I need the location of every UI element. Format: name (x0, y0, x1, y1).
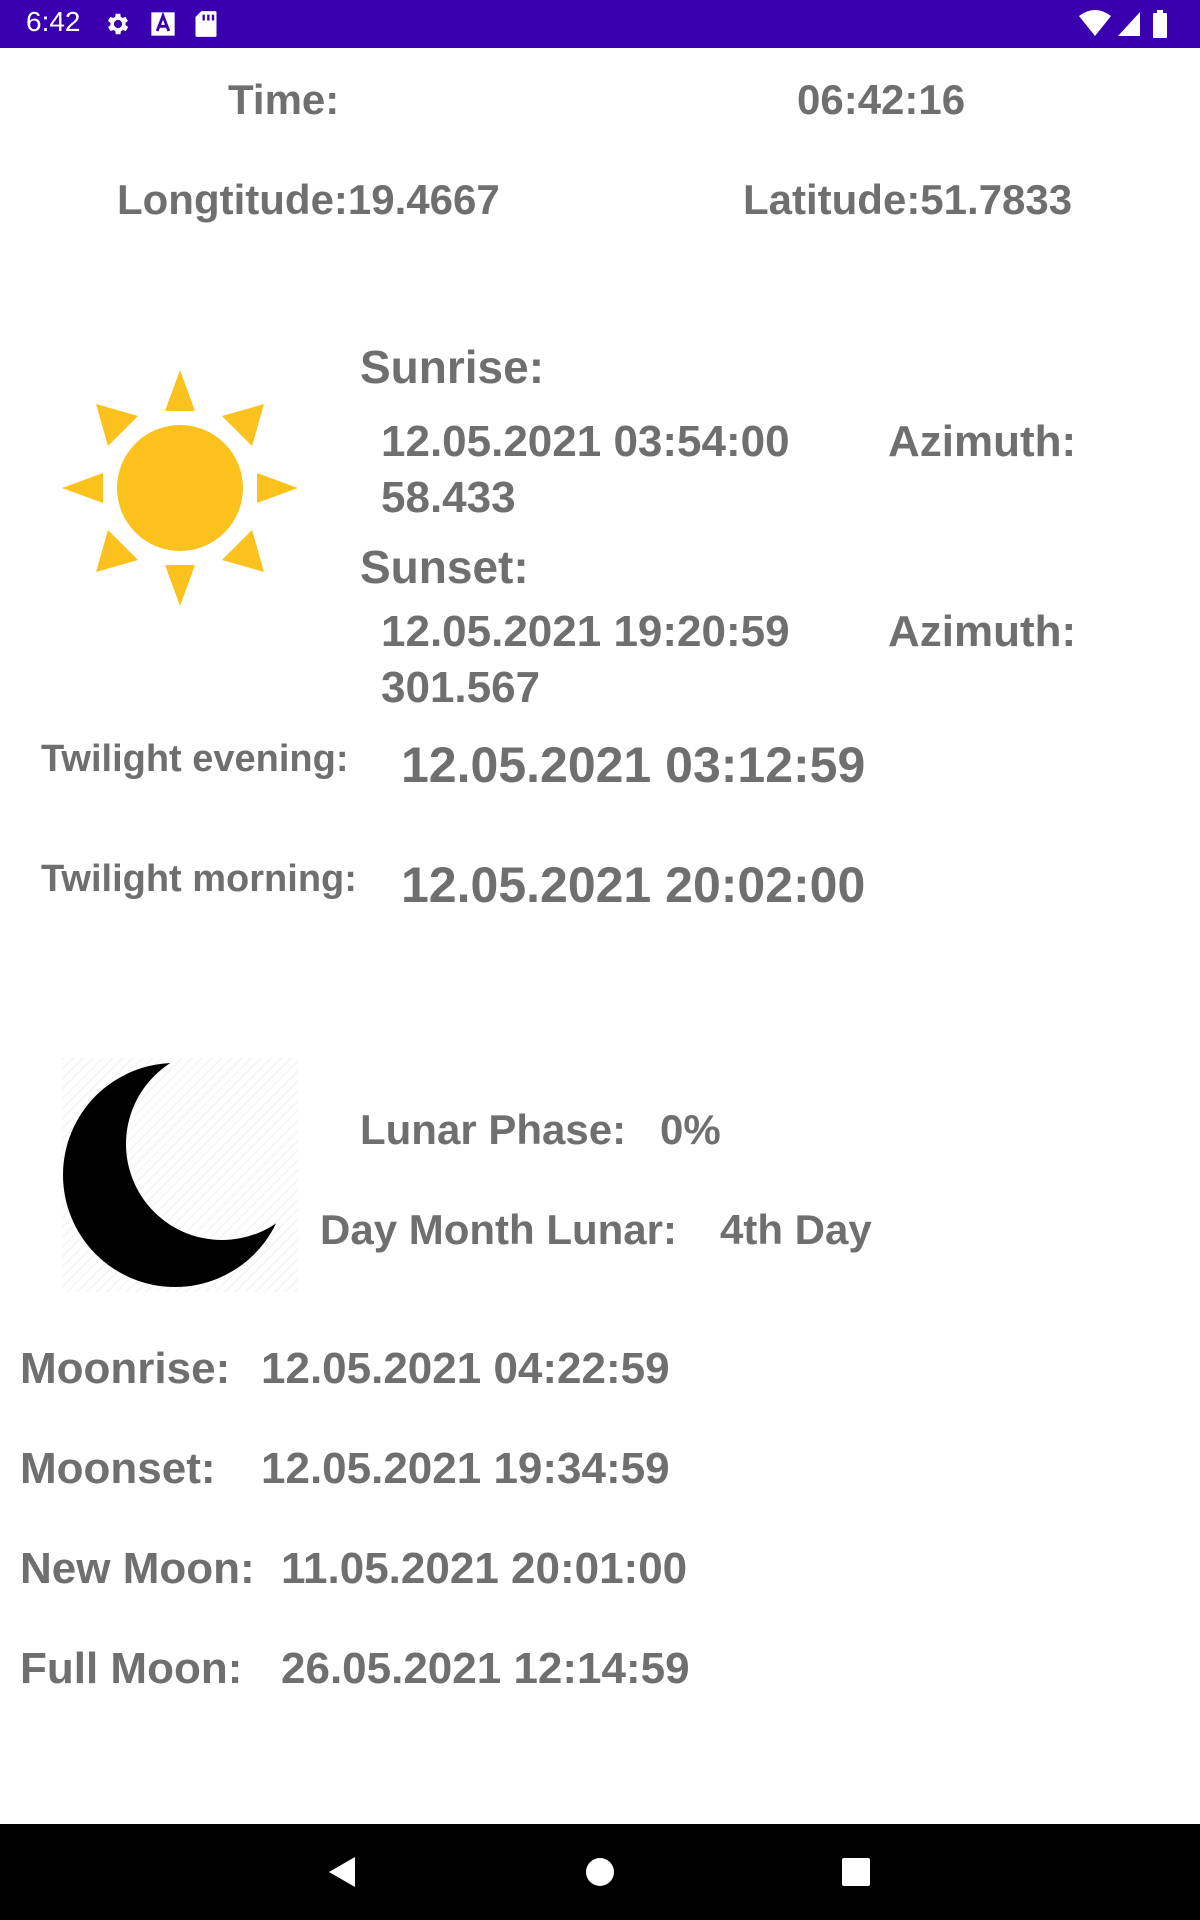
recents-button[interactable] (808, 1824, 904, 1920)
home-icon (586, 1858, 614, 1886)
sunrise-azimuth-label: Azimuth: (888, 417, 1077, 466)
moonset-value: 12.05.2021 19:34:59 (261, 1444, 670, 1493)
moonrise-value: 12.05.2021 04:22:59 (261, 1344, 670, 1393)
day-month-lunar-label: Day Month Lunar: (320, 1206, 677, 1253)
moon-image (62, 1058, 298, 1292)
sunset-azimuth-value: 301.567 (381, 663, 541, 712)
back-icon (329, 1857, 355, 1887)
sunrise-time: 12.05.2021 03:54:00 (381, 417, 790, 466)
moonrise-label: Moonrise: (20, 1344, 231, 1393)
sun-icon (62, 370, 298, 606)
lunar-phase-label: Lunar Phase: (360, 1106, 627, 1153)
navigation-bar (0, 1824, 1200, 1920)
new-moon-label: New Moon: (20, 1544, 255, 1593)
crescent-moon-icon (63, 1063, 287, 1287)
signal-icon (1118, 12, 1140, 36)
lunar-phase-value: 0% (660, 1106, 721, 1153)
gear-icon (107, 13, 129, 35)
twilight-evening-label: Twilight evening: (41, 738, 349, 780)
twilight-morning-label: Twilight morning: (41, 858, 357, 900)
sunrise-azimuth-value: 58.433 (381, 473, 516, 522)
day-month-lunar-value: 4th Day (720, 1206, 872, 1253)
time-value: 06:42:16 (797, 76, 966, 123)
status-time: 6:42 (26, 6, 81, 37)
twilight-evening-value: 12.05.2021 03:12:59 (401, 737, 866, 793)
time-label: Time: (228, 76, 340, 123)
moonset-label: Moonset: (20, 1444, 216, 1493)
latitude-text: Latitude:51.7833 (743, 176, 1073, 223)
battery-icon (1153, 10, 1167, 38)
sd-card-icon (195, 11, 217, 37)
keyboard-a-icon (151, 11, 175, 36)
wifi-icon (1079, 10, 1111, 36)
twilight-morning-value: 12.05.2021 20:02:00 (401, 857, 866, 913)
sunrise-label: Sunrise: (360, 341, 545, 393)
sunset-azimuth-label: Azimuth: (888, 607, 1077, 656)
back-button[interactable] (294, 1824, 390, 1920)
sunset-label: Sunset: (360, 541, 529, 593)
sunset-time: 12.05.2021 19:20:59 (381, 607, 790, 656)
new-moon-value: 11.05.2021 20:01:00 (281, 1544, 688, 1593)
home-button[interactable] (552, 1824, 648, 1920)
full-moon-label: Full Moon: (20, 1644, 243, 1693)
longitude-text: Longtitude:19.4667 (117, 176, 500, 223)
recents-icon (842, 1858, 870, 1886)
full-moon-value: 26.05.2021 12:14:59 (281, 1644, 690, 1693)
status-bar: 6:42 (0, 0, 1200, 48)
